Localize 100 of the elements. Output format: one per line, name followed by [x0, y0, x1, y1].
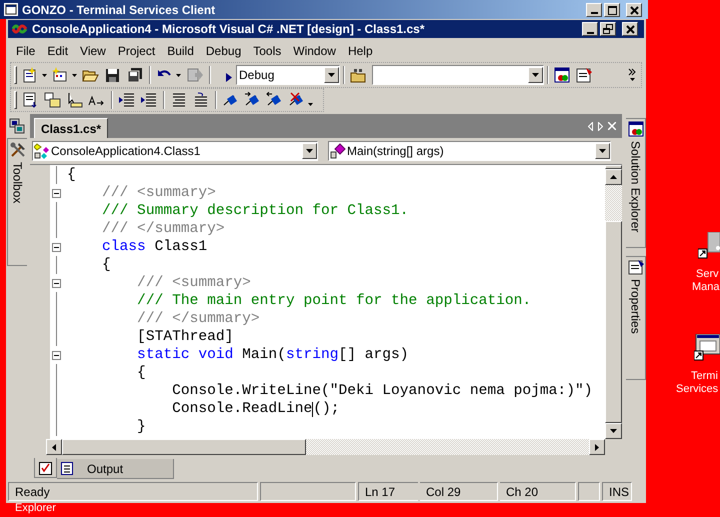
code-line: /// <summary> [101, 184, 216, 202]
previous-bookmark-icon[interactable] [266, 92, 284, 108]
find-combo[interactable] [372, 65, 544, 85]
desktop-icon-label[interactable]: Termi [691, 370, 718, 383]
dock-tab-label: Solution Explorer [628, 141, 644, 232]
terminal-shortcut-icon[interactable] [694, 334, 720, 361]
status-panel: Ready [8, 482, 258, 501]
menu-item[interactable]: Help [342, 42, 379, 60]
menu-item[interactable]: Debug [200, 42, 248, 60]
scroll-thumb[interactable] [605, 221, 622, 423]
save-all-icon[interactable] [126, 67, 144, 83]
clear-bookmarks-icon[interactable] [288, 92, 306, 108]
terminal-title: GONZO - Terminal Services Client [22, 2, 216, 18]
code-line: /// <summary> [136, 274, 251, 292]
dropdown-arrow-icon[interactable] [306, 149, 313, 153]
solution-explorer-icon [628, 121, 644, 137]
scroll-up-button[interactable] [605, 169, 622, 185]
solution-folder-icon[interactable] [350, 67, 368, 83]
maximize-button[interactable] [604, 2, 620, 16]
menu-item[interactable]: View [74, 42, 112, 60]
desktop-icon-label[interactable]: Explorer [15, 500, 56, 516]
menu-item[interactable]: Tools [247, 42, 288, 60]
bookmark-icon[interactable] [222, 92, 240, 108]
navigate-icon[interactable] [186, 67, 204, 83]
scroll-right-icon[interactable] [598, 122, 603, 130]
overflow-chevron-icon[interactable] [628, 68, 637, 82]
window-title: ConsoleApplication4 - Microsoft Visual C# .NET [design] - Class1.cs* [32, 21, 426, 38]
dropdown-arrow-icon[interactable] [72, 74, 77, 76]
scroll-left-button[interactable] [46, 439, 62, 455]
uncomment-icon[interactable] [192, 92, 210, 108]
menu-item[interactable]: Edit [41, 42, 74, 60]
task-list-tab[interactable] [34, 458, 57, 478]
status-panel: Col 29 [420, 482, 498, 501]
up-arrow-icon [610, 175, 617, 179]
configuration-dropdown[interactable]: Debug [236, 65, 340, 85]
scroll-right-button[interactable] [589, 439, 605, 455]
code-line: /// </summary> [101, 220, 225, 238]
output-tab[interactable]: Output [57, 459, 174, 479]
server-shortcut-icon[interactable] [698, 232, 720, 259]
status-panel: Ch 20 [500, 482, 576, 501]
checklist-icon [39, 460, 52, 474]
indent-icon[interactable] [140, 92, 158, 108]
status-panel: INS [602, 482, 632, 501]
dropdown-arrow-icon[interactable] [308, 102, 313, 106]
quick-info-icon[interactable] [66, 92, 84, 108]
solution-explorer-tab[interactable]: Solution Explorer [626, 118, 646, 248]
tools-icon [10, 142, 26, 158]
type-dropdown[interactable]: ConsoleApplication4.Class1 [32, 141, 318, 161]
left-arrow-icon [52, 444, 56, 450]
dropdown-arrow-icon[interactable] [328, 73, 335, 77]
next-bookmark-icon[interactable] [244, 92, 262, 108]
dock-tab-label: Properties [628, 279, 644, 334]
desktop-icon-label[interactable]: Serv [696, 268, 719, 281]
code-line: Console.ReadLine(); [171, 400, 340, 418]
collapse-icon[interactable] [52, 242, 60, 252]
scroll-left-icon[interactable] [588, 122, 593, 130]
code-line: /// </summary> [136, 310, 260, 328]
scroll-down-button[interactable] [605, 423, 622, 439]
document-tab[interactable]: Class1.cs* [34, 118, 108, 138]
member-dropdown[interactable]: Main(string[] args) [328, 141, 611, 161]
code-line: { [101, 256, 111, 274]
dropdown-arrow-icon[interactable] [42, 74, 47, 76]
scroll-thumb[interactable] [62, 439, 306, 455]
close-button[interactable] [626, 2, 642, 16]
dropdown-value: Main(string[] args) [347, 143, 445, 160]
collapse-icon[interactable] [52, 278, 60, 288]
window-icon [4, 3, 18, 16]
save-icon[interactable] [104, 67, 122, 83]
parameter-info-icon[interactable] [44, 92, 62, 108]
menu-item[interactable]: Window [287, 42, 342, 60]
code-line: [STAThread] [136, 328, 234, 346]
dropdown-arrow-icon[interactable] [599, 149, 606, 153]
close-button[interactable] [622, 22, 638, 36]
code-line: class Class1 [101, 238, 208, 256]
collapse-icon[interactable] [52, 350, 60, 360]
solution-explorer-icon[interactable] [554, 67, 572, 83]
class-icon [330, 143, 346, 159]
properties-icon [628, 259, 644, 275]
restore-button[interactable] [600, 22, 616, 36]
minimize-button[interactable] [582, 22, 598, 36]
collapse-icon[interactable] [52, 188, 60, 198]
code-line: static void Main(string[] args) [136, 346, 409, 364]
toolbox-tab[interactable]: Toolbox [7, 138, 27, 266]
comment-icon[interactable] [170, 92, 188, 108]
menu-item[interactable]: File [10, 42, 42, 60]
properties-tab[interactable]: Properties [626, 256, 646, 380]
dropdown-arrow-icon[interactable] [176, 74, 181, 76]
minimize-button[interactable] [586, 2, 602, 16]
server-explorer-icon[interactable] [9, 118, 25, 134]
properties-icon[interactable] [576, 67, 594, 83]
menu-item[interactable]: Build [161, 42, 200, 60]
down-arrow-icon [610, 429, 617, 433]
dropdown-arrow-icon[interactable] [532, 73, 539, 77]
outdent-icon[interactable] [118, 92, 136, 108]
right-arrow-icon [595, 444, 599, 450]
desktop-icon-label[interactable]: Mana [692, 281, 720, 294]
desktop-icon-label[interactable]: Services [676, 383, 718, 396]
menu-item[interactable]: Project [112, 42, 162, 60]
close-icon[interactable] [608, 122, 616, 130]
start-icon[interactable] [226, 72, 232, 82]
